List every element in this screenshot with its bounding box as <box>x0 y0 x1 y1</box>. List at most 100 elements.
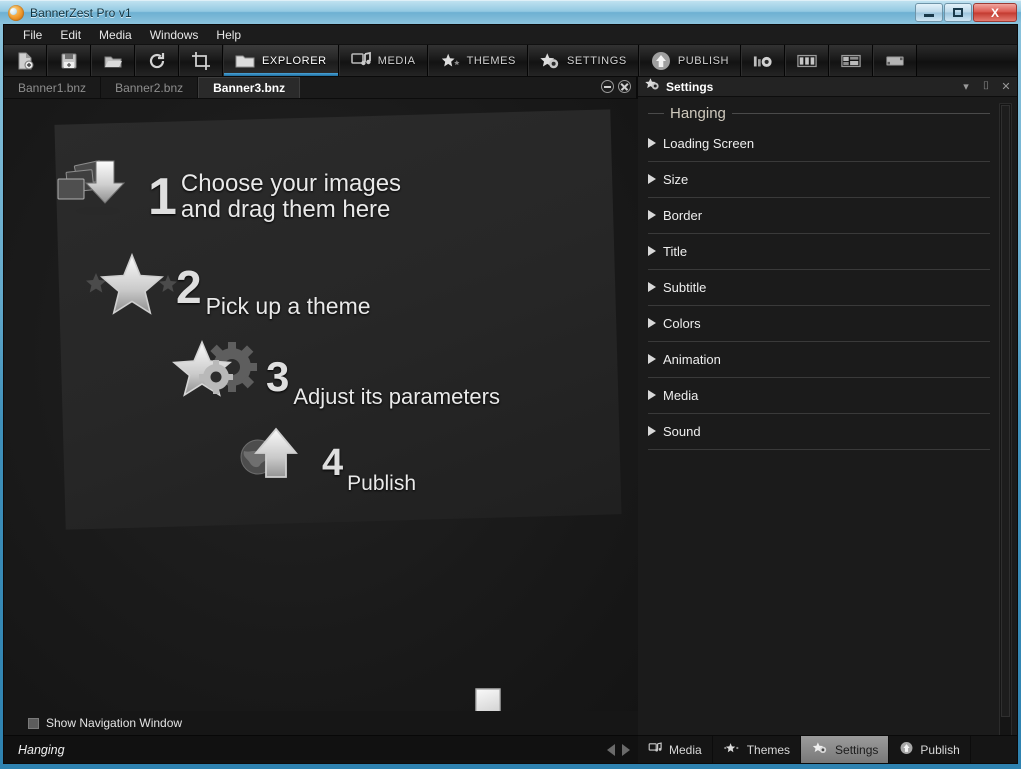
section-divider <box>648 413 990 414</box>
section-divider <box>648 377 990 378</box>
show-navigation-checkbox[interactable] <box>28 717 39 729</box>
banner-canvas[interactable]: 1 Choose your images and drag them here <box>4 99 638 735</box>
minimize-button[interactable] <box>915 3 943 22</box>
close-circle-icon[interactable] <box>618 80 631 93</box>
client-area: File Edit Media Windows Help EXPLORER ME… <box>3 24 1018 764</box>
section-divider <box>648 197 990 198</box>
minimize-circle-icon[interactable] <box>601 80 614 93</box>
main-split: Banner1.bnz Banner2.bnz Banner3.bnz 1 Ch… <box>4 77 1017 763</box>
status-text: Hanging <box>18 742 65 757</box>
setting-label-subtitle: Subtitle <box>663 279 707 295</box>
publish-upload-icon <box>651 51 671 71</box>
menu-bar: File Edit Media Windows Help <box>4 25 1017 45</box>
app-logo-icon <box>8 4 24 21</box>
close-icon[interactable]: ✕ <box>999 80 1013 94</box>
toolbar-settings-button[interactable]: SETTINGS <box>528 45 639 76</box>
toolbar-refresh-button[interactable] <box>135 45 179 76</box>
toolbar-preferences-button[interactable] <box>741 45 786 76</box>
expand-triangle-icon[interactable] <box>648 390 656 400</box>
panel-tab-publish-label: Publish <box>920 742 960 757</box>
doc-tab-banner2[interactable]: Banner2.bnz <box>101 77 199 98</box>
setting-section-border[interactable]: Border <box>646 202 990 234</box>
setting-label-border: Border <box>663 207 703 223</box>
setting-section-colors[interactable]: Colors <box>646 310 990 342</box>
chevron-down-icon[interactable]: ▾ <box>959 80 973 94</box>
images-drag-icon <box>54 159 144 235</box>
toolbar-publish-label: PUBLISH <box>677 54 730 67</box>
settings-group-header: Hanging <box>646 103 990 130</box>
step-text-1-line1: Choose your images <box>180 170 402 198</box>
pin-icon[interactable]: ⌷ <box>979 80 993 94</box>
toolbar-themes-button[interactable]: THEMES <box>427 45 528 76</box>
setting-section-animation[interactable]: Animation <box>646 346 990 378</box>
toolbar-save-button[interactable] <box>47 45 91 76</box>
maximize-button[interactable] <box>944 3 972 22</box>
toolbar-new-button[interactable] <box>4 45 47 76</box>
expand-triangle-icon[interactable] <box>648 426 656 436</box>
menu-help[interactable]: Help <box>207 26 250 44</box>
save-icon <box>59 51 79 71</box>
toolbar-crop-button[interactable] <box>179 45 223 76</box>
settings-scrollbar[interactable] <box>999 103 1012 739</box>
panel-tab-settings[interactable]: Settings <box>801 736 890 763</box>
next-arrow-icon[interactable] <box>622 743 630 756</box>
window-controls: X <box>915 3 1017 22</box>
settings-scrollbar-thumb[interactable] <box>1001 105 1010 717</box>
toolbar-explorer-button[interactable]: EXPLORER <box>223 45 339 76</box>
section-divider <box>648 341 990 342</box>
close-button[interactable]: X <box>973 3 1017 22</box>
setting-section-loading-screen[interactable]: Loading Screen <box>646 130 990 162</box>
setting-label-loading-screen: Loading Screen <box>663 135 755 151</box>
step-item-1: 1 Choose your images and drag them here <box>54 159 638 235</box>
expand-triangle-icon[interactable] <box>648 210 656 220</box>
settings-group-label: Hanging <box>670 105 726 122</box>
preferences-gear-icon <box>753 51 773 71</box>
settings-panel-body: Hanging Loading Screen Size Border Title… <box>638 97 1000 743</box>
onboarding-steps: 1 Choose your images and drag them here <box>4 159 638 501</box>
menu-edit[interactable]: Edit <box>51 26 90 44</box>
expand-triangle-icon[interactable] <box>648 354 656 364</box>
toolbar-themes-label: THEMES <box>466 54 516 67</box>
expand-triangle-icon[interactable] <box>648 246 656 256</box>
panel-tab-media-label: Media <box>669 742 702 757</box>
expand-triangle-icon[interactable] <box>648 282 656 292</box>
setting-section-sound[interactable]: Sound <box>646 418 990 450</box>
menu-media[interactable]: Media <box>90 26 141 44</box>
toolbar-media-button[interactable]: MEDIA <box>338 45 428 76</box>
menu-windows[interactable]: Windows <box>141 26 208 44</box>
setting-section-media[interactable]: Media <box>646 382 990 414</box>
expand-triangle-icon[interactable] <box>648 138 656 148</box>
toolbar-layout-split-button[interactable] <box>829 45 874 76</box>
setting-section-subtitle[interactable]: Subtitle <box>646 274 990 306</box>
settings-pane: Settings ▾ ⌷ ✕ Hanging Loading Screen Si… <box>638 77 1017 763</box>
expand-triangle-icon[interactable] <box>648 174 656 184</box>
panel-tab-publish[interactable]: Publish <box>889 736 971 763</box>
toolbar-layout-single-button[interactable] <box>873 45 918 76</box>
setting-section-title[interactable]: Title <box>646 238 990 270</box>
layout-single-icon <box>885 51 905 71</box>
prev-arrow-icon[interactable] <box>607 743 615 756</box>
settings-star-gear-icon <box>540 51 560 71</box>
setting-label-colors: Colors <box>663 315 701 331</box>
setting-section-size[interactable]: Size <box>646 166 990 198</box>
doc-tab-banner1[interactable]: Banner1.bnz <box>4 77 102 98</box>
panel-tab-themes[interactable]: Themes <box>713 736 802 763</box>
setting-label-size: Size <box>663 171 689 187</box>
toolbar-layout-columns-button[interactable] <box>785 45 830 76</box>
open-folder-icon <box>103 51 123 71</box>
media-note-icon <box>648 741 663 758</box>
doc-tab-banner3[interactable]: Banner3.bnz <box>198 77 301 98</box>
toolbar-settings-label: SETTINGS <box>567 54 627 67</box>
toolbar-open-button[interactable] <box>91 45 135 76</box>
main-toolbar: EXPLORER MEDIA THEMES SETTINGS PUBLISH <box>4 45 1017 77</box>
toolbar-publish-button[interactable]: PUBLISH <box>638 45 742 76</box>
crop-icon <box>191 51 211 71</box>
menu-file[interactable]: File <box>14 26 51 44</box>
setting-label-media: Media <box>663 387 699 403</box>
panel-tab-media[interactable]: Media <box>638 736 713 763</box>
step-item-3: 3 Adjust its parameters <box>171 339 638 415</box>
refresh-icon <box>147 51 167 71</box>
themes-star-icon <box>440 51 460 71</box>
expand-triangle-icon[interactable] <box>648 318 656 328</box>
step-text-3: Adjust its parameters <box>293 384 500 410</box>
